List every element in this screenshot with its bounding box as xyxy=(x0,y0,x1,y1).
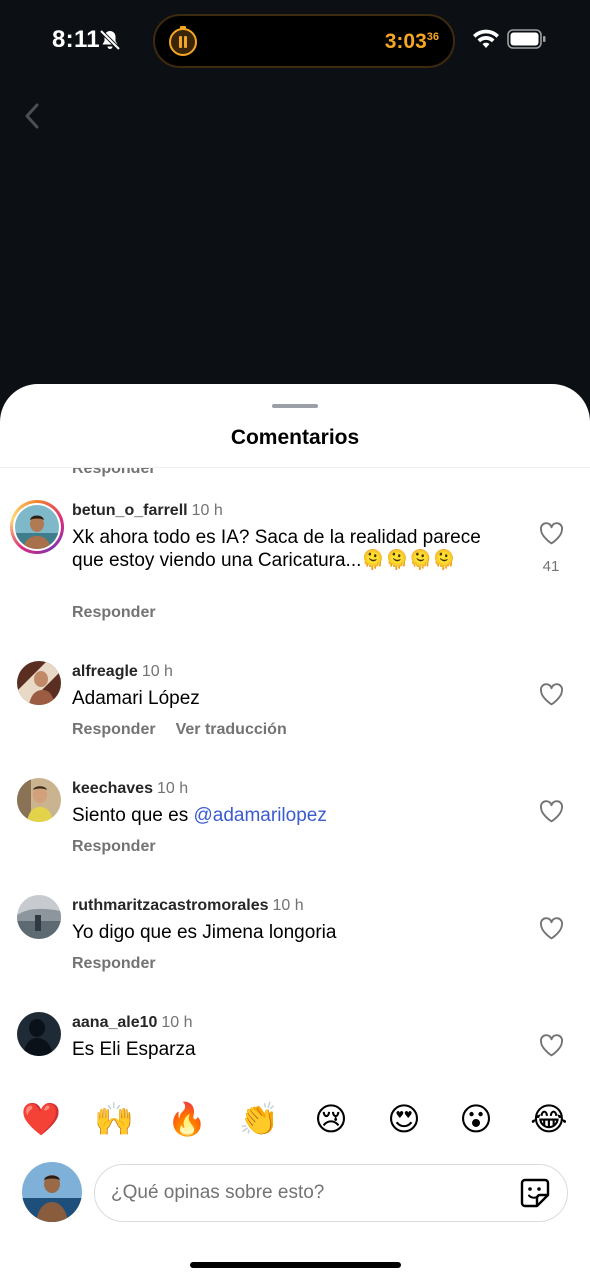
comment-meta: alfreagle 10 h xyxy=(72,663,173,681)
avatar-story-ring[interactable] xyxy=(10,500,64,554)
comment-composer xyxy=(0,1162,590,1232)
comment-text: Yo digo que es Jimena longoria xyxy=(72,922,337,943)
heart-icon[interactable] xyxy=(539,683,564,706)
reply-button[interactable]: Responder xyxy=(72,955,156,972)
comment-time: 10 h xyxy=(156,780,189,797)
comments-list[interactable]: Responder betun_o_farrell 10 h Xk ahora … xyxy=(0,468,590,1082)
comment-input[interactable] xyxy=(111,1175,501,1211)
comment-meta: keechaves 10 h xyxy=(72,780,188,798)
comment-actions: Responder Ver traducción xyxy=(72,721,287,739)
comment-meta: betun_o_farrell 10 h xyxy=(72,502,223,520)
emoji-raised-hands-button[interactable]: 🙌 xyxy=(94,1100,134,1138)
comment-username[interactable]: betun_o_farrell xyxy=(72,502,188,519)
mention-link[interactable]: @adamarilopez xyxy=(193,805,326,826)
comment-username[interactable]: ruthmaritzacastromorales xyxy=(72,897,269,914)
avatar[interactable] xyxy=(17,661,61,705)
comment-input-wrapper xyxy=(94,1164,568,1222)
bell-slash-icon xyxy=(99,29,121,51)
emoji-heart-eyes-button[interactable]: 😍 xyxy=(385,1100,423,1138)
comment-time: 10 h xyxy=(191,502,223,519)
my-avatar xyxy=(22,1162,82,1222)
emoji-clap-button[interactable]: 👏 xyxy=(239,1100,279,1138)
reply-button[interactable]: Responder xyxy=(72,721,156,738)
avatar[interactable] xyxy=(17,1012,61,1056)
reply-button[interactable]: Responder xyxy=(72,838,156,855)
avatar[interactable] xyxy=(17,778,61,822)
avatar[interactable] xyxy=(17,895,61,939)
status-time: 8:11 xyxy=(52,26,100,53)
emoji-heart-button[interactable]: ❤️ xyxy=(21,1100,61,1138)
comment-actions: Responder xyxy=(72,604,156,622)
like-count: 41 xyxy=(542,558,560,575)
comment-actions: Responder xyxy=(72,838,156,856)
comment-actions: Responder xyxy=(72,955,156,973)
reply-button[interactable]: Responder xyxy=(72,604,156,621)
comment-meta: aana_ale10 10 h xyxy=(72,1014,193,1032)
comment-time: 10 h xyxy=(161,1014,193,1031)
reply-button-partial[interactable]: Responder xyxy=(72,468,156,478)
heart-icon[interactable] xyxy=(539,800,564,823)
sheet-drag-handle[interactable] xyxy=(272,404,318,408)
emoji-surprised-button[interactable]: 😮 xyxy=(457,1100,495,1138)
emoji-reaction-bar: ❤️ 🙌 🔥 👏 😢 😍 😮 😂 xyxy=(0,1082,590,1162)
home-indicator xyxy=(190,1262,401,1268)
comment-time: 10 h xyxy=(272,897,304,914)
sheet-title: Comentarios xyxy=(230,426,360,449)
comment-username[interactable]: alfreagle xyxy=(72,663,138,680)
comment-text-prefix: Siento que es xyxy=(72,805,194,826)
back-chevron-icon[interactable] xyxy=(18,100,48,132)
timer-main: 3:03 xyxy=(384,30,427,53)
heart-icon[interactable] xyxy=(539,522,564,545)
comment-text: Adamari López xyxy=(72,688,200,709)
pause-icon xyxy=(169,26,197,56)
battery-icon xyxy=(507,29,546,49)
timer-sub: 36 xyxy=(426,31,439,43)
comment-username[interactable]: keechaves xyxy=(72,780,153,797)
comments-sheet: Comentarios Responder betun_o_farrell 10… xyxy=(0,384,590,1280)
emoji-crying-button[interactable]: 😢 xyxy=(312,1100,350,1138)
comment-text: Siento que es @adamarilopez xyxy=(72,804,512,827)
comment-time: 10 h xyxy=(141,663,173,680)
comment-text: Xk ahora todo es IA? Saca de la realidad… xyxy=(72,527,481,571)
heart-icon[interactable] xyxy=(539,917,564,940)
translate-button[interactable]: Ver traducción xyxy=(176,721,287,738)
comment-text: Es Eli Esparza xyxy=(72,1039,196,1060)
dynamic-island-timer[interactable]: 3:0336 xyxy=(153,14,455,68)
wifi-icon xyxy=(473,29,499,48)
heart-icon[interactable] xyxy=(539,1034,564,1057)
timer-readout: 3:0336 xyxy=(385,30,439,54)
emoji-laughing-button[interactable]: 😂 xyxy=(530,1100,568,1138)
comment-username[interactable]: aana_ale10 xyxy=(72,1014,157,1031)
emoji-fire-button[interactable]: 🔥 xyxy=(167,1100,207,1138)
avatar xyxy=(15,505,59,549)
comment-meta: ruthmaritzacastromorales 10 h xyxy=(72,897,304,915)
status-bar: 8:11 3:0336 xyxy=(0,0,590,80)
sticker-icon[interactable] xyxy=(519,1177,551,1209)
